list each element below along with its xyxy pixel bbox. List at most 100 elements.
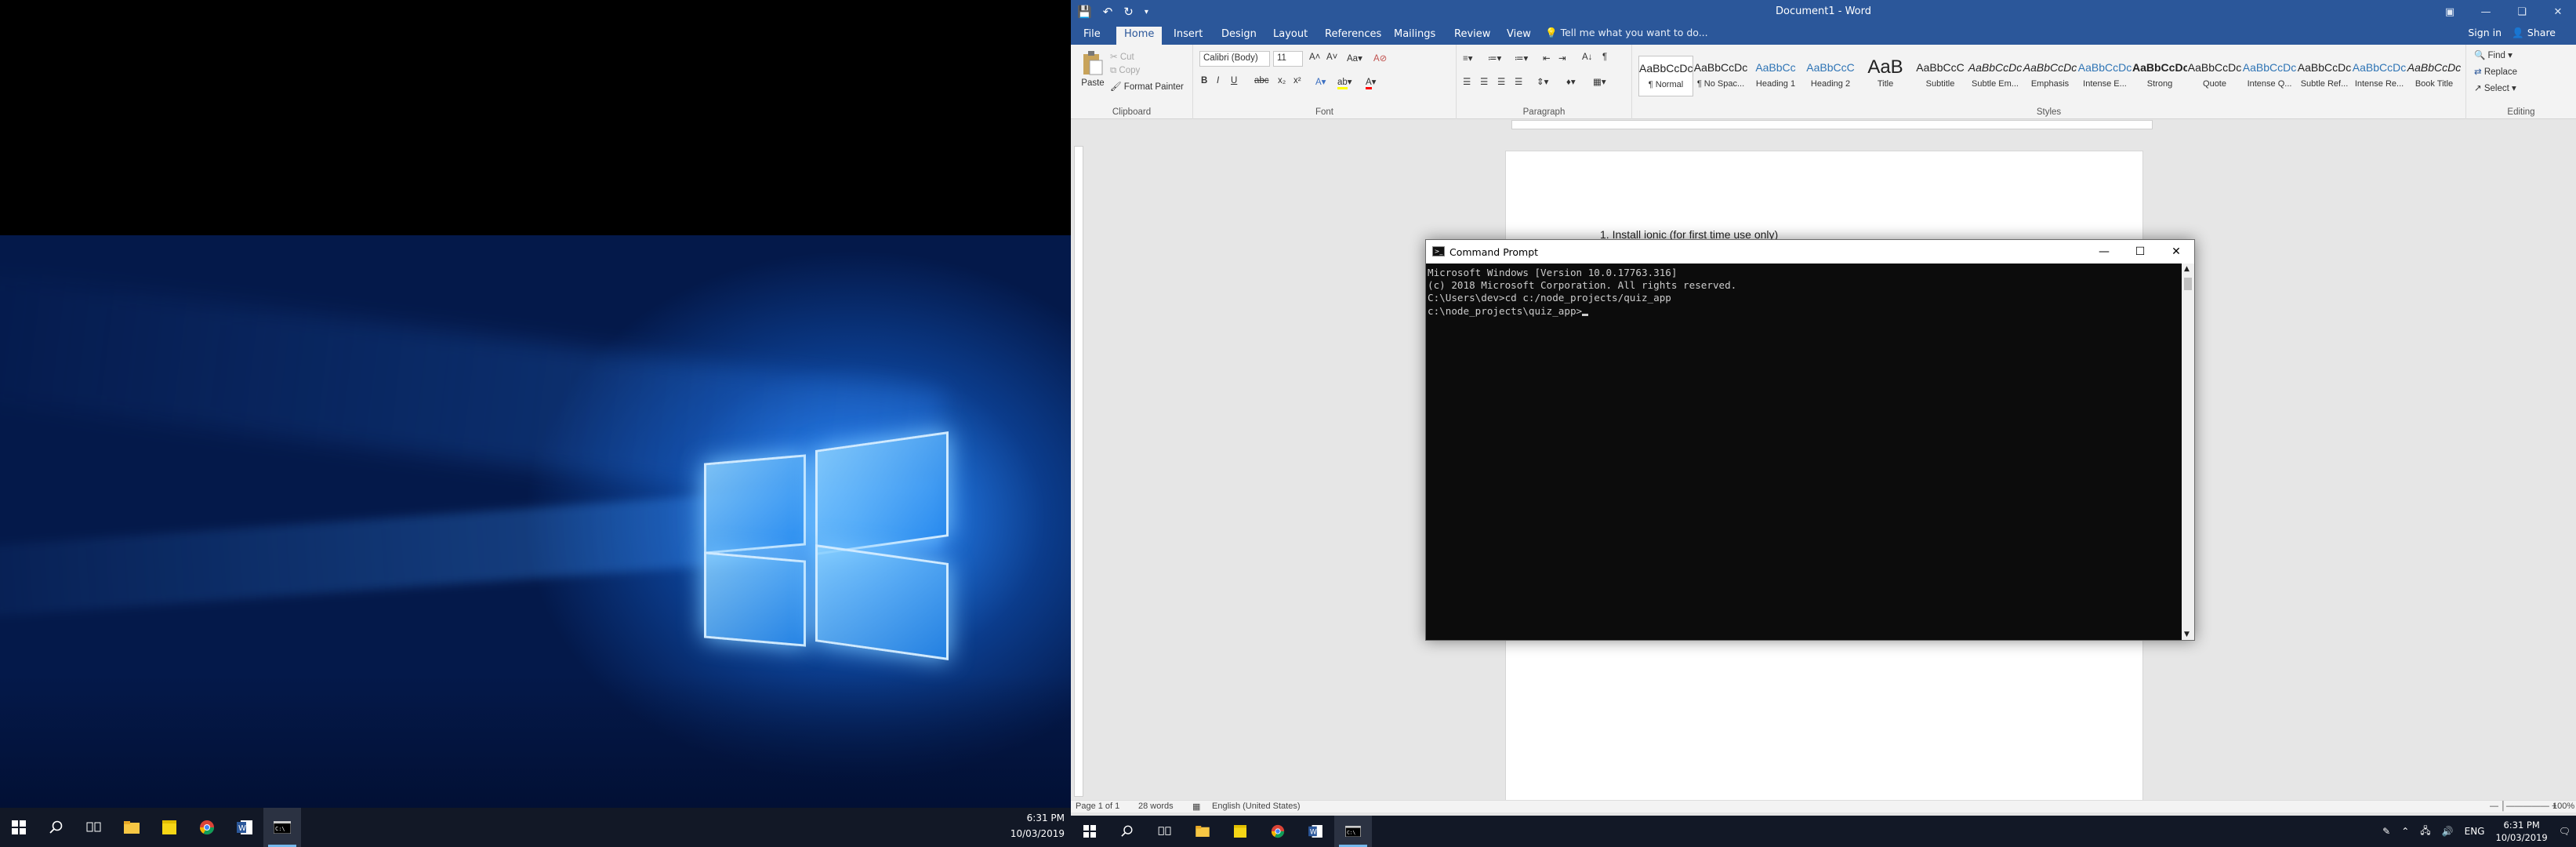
font-size-select[interactable]: 11	[1273, 51, 1303, 67]
volume-icon[interactable]: 🔊	[2436, 826, 2459, 837]
tab-insert[interactable]: Insert	[1166, 27, 1210, 45]
style-item[interactable]: AaBbCcDc Intense E...	[2077, 56, 2132, 96]
cmd-scrollbar[interactable]: ▲ ▼	[2182, 264, 2194, 640]
justify-icon[interactable]: ☰	[1515, 76, 1522, 87]
cmd-titlebar[interactable]: >_ Command Prompt — ☐ ✕	[1426, 240, 2194, 264]
style-item[interactable]: AaB Title	[1858, 56, 1913, 96]
file-explorer-icon[interactable]	[1184, 816, 1221, 847]
find-button[interactable]: 🔍 Find ▾	[2474, 49, 2513, 60]
style-item[interactable]: AaBbCcC Subtitle	[1913, 56, 1968, 96]
word-icon[interactable]: W	[1297, 816, 1334, 847]
superscript-icon[interactable]: x²	[1293, 76, 1301, 85]
windows-start-icon[interactable]	[0, 808, 38, 847]
sticky-notes-icon[interactable]	[1221, 816, 1259, 847]
search-icon[interactable]	[38, 808, 75, 847]
minimize-icon[interactable]: —	[2468, 0, 2504, 24]
grow-font-icon[interactable]: A˄	[1309, 53, 1320, 62]
close-icon[interactable]: ✕	[2540, 0, 2576, 24]
vertical-ruler[interactable]	[1074, 146, 1083, 797]
command-prompt-icon[interactable]: C:\	[263, 808, 301, 847]
decrease-indent-icon[interactable]: ⇤	[1543, 53, 1551, 64]
shading-icon[interactable]: ♦▾	[1566, 76, 1576, 87]
task-view-icon[interactable]	[75, 808, 113, 847]
command-prompt-window[interactable]: >_ Command Prompt — ☐ ✕ Microsoft Window…	[1425, 239, 2195, 641]
ribbon-display-options-icon[interactable]: ▣	[2432, 0, 2468, 24]
tab-file[interactable]: File	[1076, 27, 1108, 45]
text-effects-icon[interactable]: A▾	[1315, 76, 1326, 87]
tab-references[interactable]: References	[1317, 27, 1389, 45]
shrink-font-icon[interactable]: A˅	[1326, 53, 1337, 62]
bullets-icon[interactable]: ≡▾	[1463, 53, 1472, 64]
italic-icon[interactable]: I	[1217, 76, 1219, 85]
tab-view[interactable]: View	[1499, 27, 1539, 45]
close-icon[interactable]: ✕	[2158, 240, 2194, 264]
cmd-console-output[interactable]: Microsoft Windows [Version 10.0.17763.31…	[1426, 264, 2182, 640]
strikethrough-icon[interactable]: abc	[1254, 76, 1269, 85]
show-marks-icon[interactable]: ¶	[1602, 53, 1607, 62]
scrollbar-thumb[interactable]	[2184, 278, 2192, 290]
underline-icon[interactable]: U	[1231, 76, 1237, 85]
style-item[interactable]: AaBbCcDc Subtle Em...	[1968, 56, 2023, 96]
sign-in-link[interactable]: Sign in	[2468, 27, 2502, 38]
scroll-up-icon[interactable]: ▲	[2184, 265, 2190, 273]
pen-icon[interactable]: ✎	[2377, 826, 2396, 837]
style-item[interactable]: AaBbCcDc Strong	[2132, 56, 2187, 96]
highlight-icon[interactable]: ab▾	[1337, 76, 1352, 89]
style-item[interactable]: AaBbCcDc Book Title	[2407, 56, 2462, 96]
bold-icon[interactable]: B	[1201, 76, 1207, 85]
task-view-icon[interactable]	[1146, 816, 1184, 847]
minimize-icon[interactable]: —	[2086, 240, 2122, 264]
borders-icon[interactable]: ▦▾	[1593, 76, 1606, 87]
align-left-icon[interactable]: ☰	[1463, 76, 1471, 87]
style-item[interactable]: AaBbCcC Heading 2	[1803, 56, 1858, 96]
style-item[interactable]: AaBbCcDc Intense Q...	[2242, 56, 2297, 96]
zoom-slider[interactable]: — │————— +	[2490, 802, 2556, 811]
word-count[interactable]: 28 words	[1138, 802, 1174, 811]
subscript-icon[interactable]: x₂	[1278, 76, 1286, 85]
change-case-icon[interactable]: Aa▾	[1347, 53, 1362, 64]
language-indicator[interactable]: ENG	[2459, 826, 2491, 837]
chrome-icon[interactable]	[1259, 816, 1297, 847]
windows-start-icon[interactable]	[1071, 816, 1108, 847]
file-explorer-icon[interactable]	[113, 808, 151, 847]
sticky-notes-icon[interactable]	[151, 808, 188, 847]
select-button[interactable]: ↗ Select ▾	[2474, 82, 2516, 93]
format-painter-button[interactable]: 🖌 Format Painter	[1110, 81, 1184, 92]
style-item[interactable]: AaBbCc Heading 1	[1748, 56, 1803, 96]
font-family-select[interactable]: Calibri (Body)	[1199, 51, 1270, 67]
tab-layout[interactable]: Layout	[1265, 27, 1315, 45]
notifications-icon[interactable]: 🗨	[2553, 826, 2576, 837]
word-icon[interactable]: W	[226, 808, 263, 847]
style-item[interactable]: AaBbCcDc Intense Re...	[2352, 56, 2407, 96]
scroll-down-icon[interactable]: ▼	[2184, 631, 2190, 638]
replace-button[interactable]: ⇄ Replace	[2474, 66, 2517, 77]
zoom-level[interactable]: 100%	[2552, 802, 2574, 811]
horizontal-ruler[interactable]	[1511, 120, 2153, 129]
style-item[interactable]: AaBbCcDc Subtle Ref...	[2297, 56, 2352, 96]
line-spacing-icon[interactable]: ⇕▾	[1537, 76, 1548, 87]
chevron-up-icon[interactable]: ⌃	[2396, 826, 2415, 837]
search-icon[interactable]	[1108, 816, 1146, 847]
maximize-icon[interactable]: ☐	[2122, 240, 2158, 264]
network-icon[interactable]: 🖧	[2415, 823, 2436, 840]
clear-formatting-icon[interactable]: A⊘	[1373, 53, 1387, 64]
sort-icon[interactable]: A↓	[1582, 53, 1592, 62]
multilevel-list-icon[interactable]: ≔▾	[1515, 53, 1528, 64]
restore-icon[interactable]: ❏	[2504, 0, 2540, 24]
tab-design[interactable]: Design	[1214, 27, 1264, 45]
copy-button[interactable]: ⧉ Copy	[1110, 66, 1140, 76]
share-button[interactable]: 👤 Share	[2512, 27, 2556, 39]
tab-review[interactable]: Review	[1446, 27, 1498, 45]
right-clock[interactable]: 6:31 PM 10/03/2019	[2490, 819, 2552, 844]
style-item[interactable]: AaBbCcDc ¶ Normal	[1638, 56, 1693, 96]
chrome-icon[interactable]	[188, 808, 226, 847]
proofing-icon[interactable]: ▦	[1192, 802, 1200, 812]
paste-button[interactable]: Paste	[1077, 51, 1108, 88]
align-right-icon[interactable]: ☰	[1497, 76, 1505, 87]
language-status[interactable]: English (United States)	[1212, 802, 1301, 811]
style-item[interactable]: AaBbCcDc ¶ No Spac...	[1693, 56, 1748, 96]
command-prompt-icon[interactable]: C:\	[1334, 816, 1372, 847]
align-center-icon[interactable]: ☰	[1480, 76, 1488, 87]
page-count[interactable]: Page 1 of 1	[1076, 802, 1119, 811]
left-clock[interactable]: 6:31 PM 10/03/2019	[971, 810, 1065, 842]
